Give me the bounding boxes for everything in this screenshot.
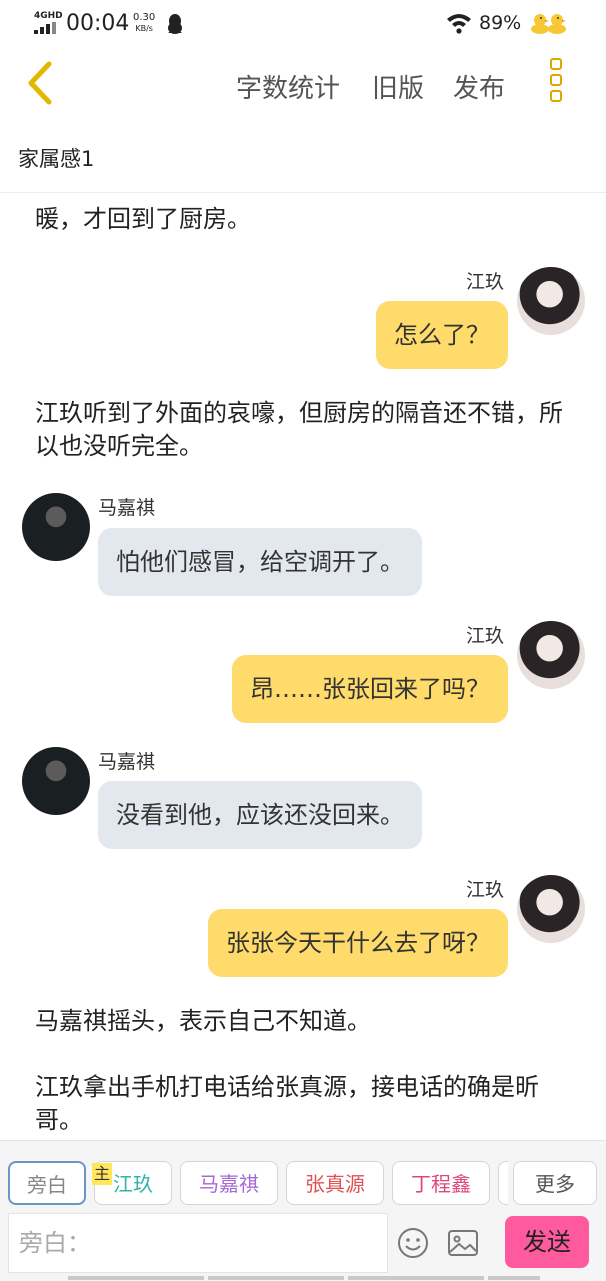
send-button[interactable]: 发送: [505, 1216, 589, 1268]
old-version-button[interactable]: 旧版: [372, 68, 424, 105]
role-chip-partial[interactable]: [498, 1161, 508, 1205]
battery-level: 89%: [479, 12, 522, 34]
narration-text: 江玖拿出手机打电话给张真源，接电话的确是昕哥。: [35, 1073, 539, 1134]
message-input-box[interactable]: [8, 1213, 388, 1273]
emoji-icon[interactable]: [397, 1227, 429, 1259]
avatar[interactable]: [517, 875, 585, 943]
chat-bubble[interactable]: 怎么了？: [376, 301, 508, 369]
story-title[interactable]: 家属感1: [18, 143, 94, 173]
status-time: 00:04: [66, 11, 130, 36]
wifi-icon: [447, 14, 471, 34]
network-type: 4GHD: [34, 11, 63, 21]
composer-bar: 旁白 江玖 主 马嘉祺 张真源 丁程鑫 更多 发送: [0, 1140, 606, 1281]
publish-button[interactable]: 发布: [453, 68, 505, 105]
avatar[interactable]: [517, 267, 585, 335]
more-menu-icon[interactable]: [547, 58, 569, 110]
role-chip-narrator[interactable]: 旁白: [8, 1161, 86, 1205]
speed-unit: KB/s: [135, 24, 153, 33]
speaker-name: 江玖: [466, 625, 505, 647]
chat-content[interactable]: 暖，才回到了厨房。 江玖 怎么了？ 江玖听到了外面的哀嚎，但厨房的隔音还不错，所…: [0, 193, 606, 1140]
narration-text: 江玖听到了外面的哀嚎，但厨房的隔音还不错，所以也没听完全。: [35, 399, 563, 460]
narration-text: 马嘉祺摇头，表示自己不知道。: [35, 1007, 371, 1035]
speaker-name: 马嘉祺: [98, 751, 156, 773]
message-input[interactable]: [9, 1214, 381, 1272]
role-chip-zhangzhenyuan[interactable]: 张真源: [286, 1161, 384, 1205]
avatar[interactable]: [517, 621, 585, 689]
narration-text: 暖，才回到了厨房。: [35, 205, 251, 233]
speaker-name: 江玖: [466, 879, 505, 901]
role-chip-dingchengxin[interactable]: 丁程鑫: [392, 1161, 490, 1205]
story-title-bar: 家属感1: [0, 128, 606, 193]
image-icon[interactable]: [447, 1229, 479, 1257]
status-bar: 4GHD 00:04 0.30 KB/s 89%: [0, 0, 606, 48]
speaker-name: 江玖: [466, 271, 505, 293]
network-speed: 0.30 KB/s: [133, 12, 155, 34]
signal-icon: [34, 22, 58, 34]
top-app-bar: 字数统计 旧版 发布: [0, 48, 606, 128]
nav-indicator: [208, 1276, 344, 1280]
role-chip-majiaqi[interactable]: 马嘉祺: [180, 1161, 278, 1205]
word-count-button[interactable]: 字数统计: [236, 68, 340, 105]
avatar[interactable]: [22, 493, 90, 561]
main-role-badge: 主: [92, 1163, 112, 1185]
speaker-name: 马嘉祺: [98, 497, 156, 519]
nav-indicator: [68, 1276, 204, 1280]
chat-bubble[interactable]: 没看到他，应该还没回来。: [98, 781, 422, 849]
chat-bubble[interactable]: 张张今天干什么去了呀？: [208, 909, 508, 977]
back-arrow-icon[interactable]: [22, 60, 58, 106]
chat-bubble[interactable]: 怕他们感冒，给空调开了。: [98, 528, 422, 596]
qq-penguin-icon: [168, 14, 182, 34]
nav-indicator: [488, 1276, 540, 1280]
avatar[interactable]: [22, 747, 90, 815]
nav-indicator: [348, 1276, 484, 1280]
speed-value: 0.30: [133, 12, 156, 23]
more-roles-button[interactable]: 更多: [513, 1161, 597, 1205]
chat-bubble[interactable]: 昂……张张回来了吗？: [232, 655, 508, 723]
ducks-icon: [531, 14, 566, 34]
